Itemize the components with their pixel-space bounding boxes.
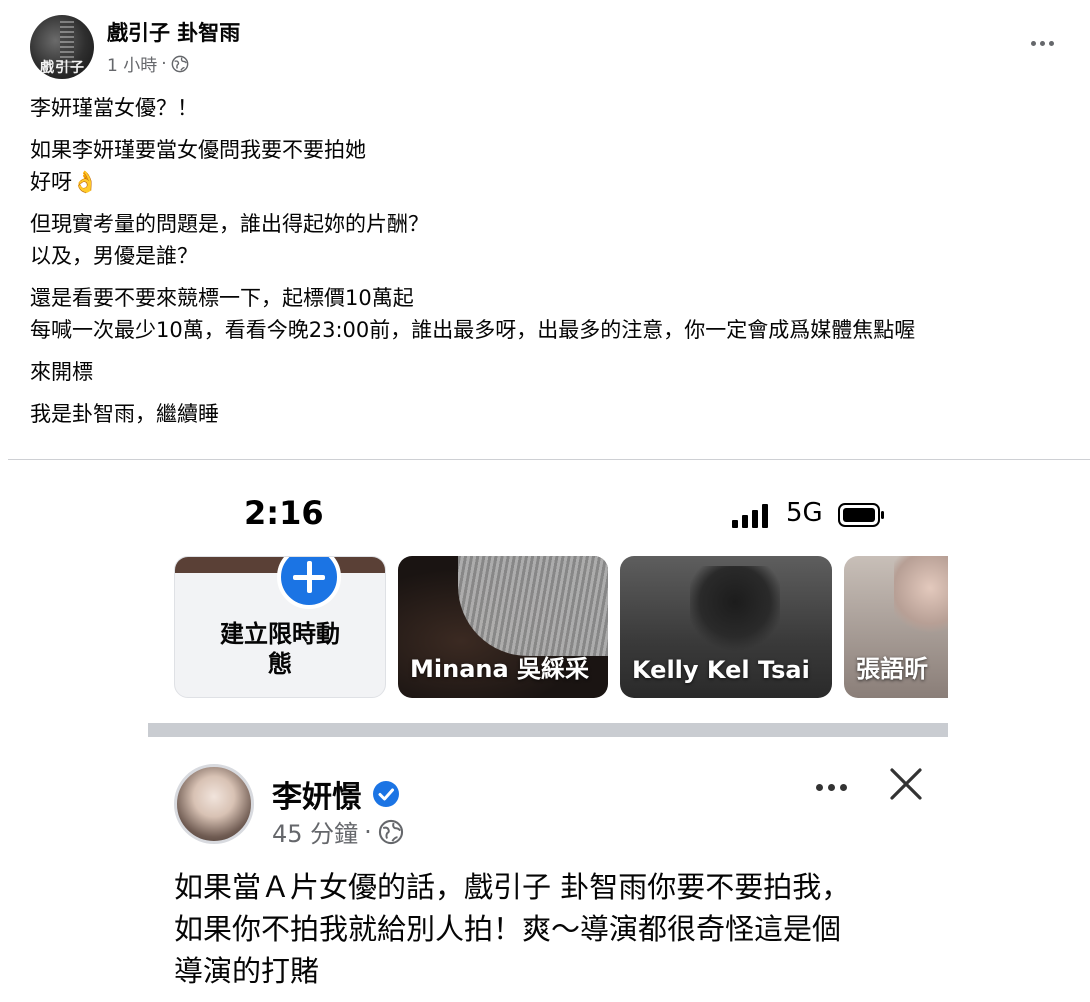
author-avatar[interactable]: 戲引子 [30,15,94,79]
story-card[interactable]: 張語昕 [844,556,948,698]
signal-icon [732,504,768,528]
inner-post-meta: 45 分鐘 · [272,814,404,849]
post-paragraph: 但現實考量的問題是，誰出得起妳的片酬？ 以及，男優是誰？ [30,212,429,268]
post-paragraph: 李妍瑾當女優？！ [30,96,198,120]
story-card[interactable]: Kelly Kel Tsai [620,556,832,698]
post-time[interactable]: 1 小時 [107,51,157,76]
story-name: 張語昕 [856,655,928,683]
create-story-label: 建立限時動 態 [220,620,340,678]
avatar-text: 戲引子 [40,60,85,76]
more-options-icon[interactable] [1024,31,1060,55]
story-name: Kelly Kel Tsai [632,656,810,684]
post-header: 戲引子 戲引子 卦智雨 1 小時 · [30,15,1060,79]
stories-row: 建立限時動 態 Minana 吳綵采 Kelly Kel Tsai 張語昕 [148,556,948,702]
post-paragraph: 我是卦智雨，繼續睡 [30,402,219,426]
feed-separator [148,723,948,737]
globe-icon [171,55,189,72]
post-body: 李妍瑾當女優？！ 如果李妍瑾要當女優問我要不要拍她 好呀👌 但現實考量的問題是，… [30,92,1060,440]
plus-icon[interactable] [277,557,341,609]
story-card[interactable]: Minana 吳綵采 [398,556,608,698]
story-name: Minana 吳綵采 [410,655,590,683]
inner-post-text: 如果當Ａ片女優的話，戲引子 卦智雨你要不要拍我， 如果你不拍我就給別人拍！爽～導… [174,870,851,988]
inner-post: 李妍憬 45 分鐘 · 如果當Ａ片女優的話，戲引子 卦智雨你要不要拍我， 如果你… [148,752,948,1002]
verified-icon [373,781,399,807]
inner-author-name[interactable]: 李妍憬 [272,772,362,816]
network-label: 5G [786,498,823,528]
create-story-card[interactable]: 建立限時動 態 [174,556,386,698]
post-meta: 1 小時 · [107,51,189,76]
inner-more-options-icon[interactable] [816,782,856,792]
inner-author-avatar[interactable] [174,764,254,844]
inner-meta-separator: · [364,817,372,846]
inner-post-time[interactable]: 45 分鐘 [272,814,358,849]
globe-icon [378,819,403,844]
meta-separator: · [161,53,167,74]
post-paragraph: 來開標 [30,360,93,384]
divider [8,459,1090,460]
author-name[interactable]: 戲引子 卦智雨 [107,17,240,47]
close-icon[interactable] [888,766,924,802]
battery-icon [838,503,884,527]
phone-status-bar: 2:16 5G [148,490,948,540]
inner-author-name-row: 李妍憬 [272,772,400,816]
post-paragraph: 還是看要不要來競標一下，起標價10萬起 每喊一次最少10萬，看看今晚23:00前… [30,286,916,342]
post-paragraph: 如果李妍瑾要當女優問我要不要拍她 好呀👌 [30,138,366,194]
phone-time: 2:16 [244,494,324,532]
post-card: 戲引子 戲引子 卦智雨 1 小時 · 李妍瑾當女優？！ 如果李妍瑾要當女優問我要… [0,0,1090,1002]
attached-screenshot[interactable]: 2:16 5G 建立限時動 態 Minana 吳綵采 Kelly Kel Tsa… [148,470,948,1002]
